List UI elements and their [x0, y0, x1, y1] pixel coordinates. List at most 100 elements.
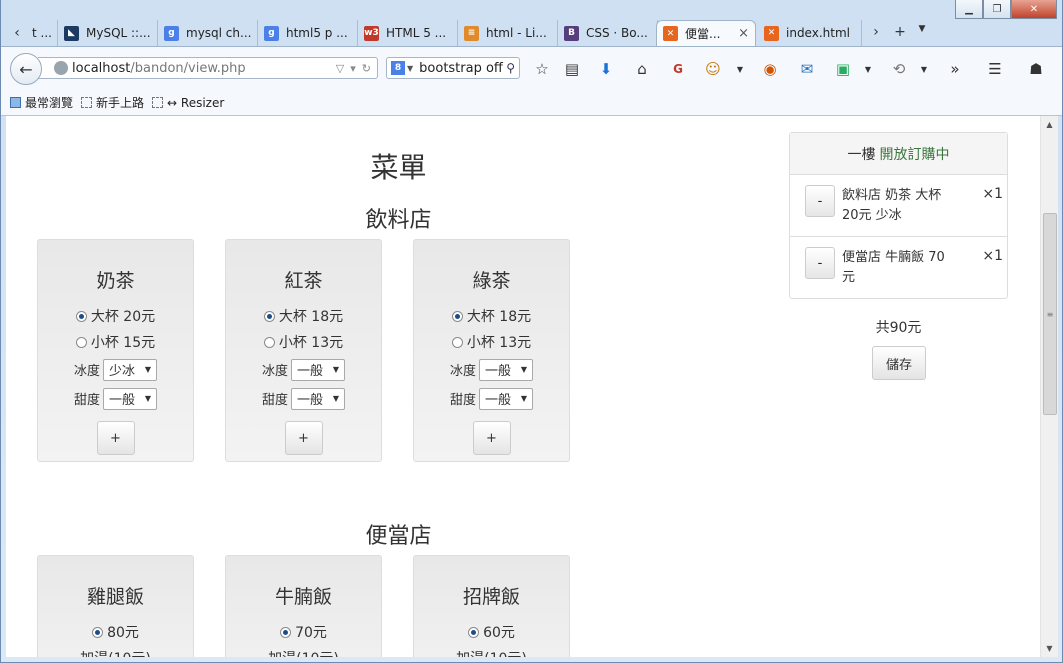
search-engine-dropdown-icon[interactable]: ▼	[407, 64, 413, 73]
radio-unselected[interactable]	[451, 336, 463, 348]
price-option[interactable]: 80元	[38, 619, 193, 645]
home-icon[interactable]: ⌂	[632, 59, 652, 79]
sugar-select[interactable]: 一般 ▼	[291, 387, 345, 410]
mysql-icon: ◣	[64, 25, 79, 41]
page-scrollbar[interactable]: ▲ ≡ ▼	[1040, 116, 1058, 657]
bookmark-star-icon[interactable]: ☆	[532, 59, 552, 79]
scroll-up-icon[interactable]: ▲	[1041, 116, 1058, 133]
navigation-toolbar: localhost/bandon/view.php ▽ ▾ ↻ ← 8 ▼ bo…	[0, 46, 1063, 91]
radio-selected[interactable]	[451, 310, 463, 322]
bookmarks-menu-icon[interactable]: ▤	[562, 59, 582, 79]
soup-option[interactable]: 加湯(10元)	[38, 645, 193, 657]
ice-select[interactable]: 一般 ▼	[291, 358, 345, 381]
chevron-down-icon: ▼	[332, 365, 339, 374]
reload-icon[interactable]: ↻	[362, 62, 371, 75]
download-icon[interactable]: ⬇	[596, 59, 616, 79]
ice-select[interactable]: 一般 ▼	[479, 358, 533, 381]
tab[interactable]: w3 HTML 5 ...	[358, 20, 458, 46]
sync-icon[interactable]: ⟲	[889, 59, 909, 79]
tab[interactable]: g mysql ch...	[158, 20, 258, 46]
bookmark-getting-started[interactable]: 新手上路	[81, 94, 144, 111]
google-icon[interactable]: 8	[391, 61, 405, 75]
chevron-down-icon: ▼	[144, 365, 151, 374]
order-item-line: 元	[842, 270, 856, 285]
soup-option[interactable]: 加湯(10元)	[414, 645, 569, 657]
xampp-icon: ✕	[663, 26, 678, 41]
size-option-large[interactable]: 大杯 18元	[414, 303, 569, 329]
close-window-button[interactable]: ✕	[1011, 0, 1057, 19]
size-option-small[interactable]: 小杯 13元	[226, 329, 381, 355]
radio-unselected[interactable]	[263, 336, 275, 348]
radio-selected[interactable]	[468, 626, 480, 638]
tab-label: index.html	[786, 26, 850, 40]
ice-select[interactable]: 少冰 ▼	[103, 358, 157, 381]
size-option-small[interactable]: 小杯 13元	[414, 329, 569, 355]
radio-selected[interactable]	[92, 626, 104, 638]
sugar-select[interactable]: 一般 ▼	[103, 387, 157, 410]
tab[interactable]: ◣ MySQL ::...	[58, 20, 158, 46]
bookmark-resizer[interactable]: ↔ Resizer	[152, 96, 224, 110]
bootstrap-icon: B	[564, 25, 579, 41]
reader-icon[interactable]: ▽	[336, 62, 344, 75]
soup-option[interactable]: 加湯(10元)	[226, 645, 381, 657]
mail-icon[interactable]: ✉	[797, 59, 817, 79]
minimize-button[interactable]: ▁	[955, 0, 983, 19]
price-option[interactable]: 70元	[226, 619, 381, 645]
search-bar[interactable]: 8 ▼ bootstrap off ⚲	[386, 57, 520, 79]
sugar-select[interactable]: 一般 ▼	[479, 387, 533, 410]
new-tab-icon[interactable]: +	[890, 24, 910, 40]
add-to-order-button[interactable]: +	[284, 421, 323, 455]
size-option-small[interactable]: 小杯 15元	[38, 329, 193, 355]
search-input[interactable]: bootstrap off	[419, 61, 506, 76]
addon-dropdown-icon[interactable]: ▼	[914, 59, 934, 79]
tab-list-dropdown-icon[interactable]: ▼	[912, 24, 932, 34]
addon-green-icon[interactable]: ▣	[833, 59, 853, 79]
tab-active[interactable]: ✕ 便當... ×	[656, 20, 756, 46]
search-icon[interactable]: ⚲	[506, 61, 515, 75]
remove-item-button[interactable]: -	[805, 185, 835, 217]
site-identity-icon[interactable]	[54, 61, 68, 75]
addon-face-icon[interactable]: ☺	[703, 59, 723, 79]
radio-selected[interactable]	[280, 626, 292, 638]
size-option-large[interactable]: 大杯 20元	[38, 303, 193, 329]
hamburger-menu-icon[interactable]: ☰	[985, 59, 1005, 79]
order-panel: 一樓 開放訂購中 - 飲料店 奶茶 大杯 20元 少冰 ×1 - 便當店 牛腩飯…	[789, 132, 1008, 299]
close-tab-icon[interactable]: ×	[738, 26, 749, 41]
add-to-order-button[interactable]: +	[96, 421, 135, 455]
maximize-button[interactable]: ❐	[983, 0, 1011, 19]
tab-label: 便當...	[685, 27, 721, 41]
tab[interactable]: B CSS · Bo...	[558, 20, 658, 46]
tab-scroll-left-icon[interactable]: ‹	[8, 22, 26, 44]
addon-monkey-icon[interactable]: ☗	[1026, 59, 1046, 79]
radio-unselected[interactable]	[75, 336, 87, 348]
tab[interactable]: ✕ index.html	[758, 20, 862, 46]
address-bar[interactable]: localhost/bandon/view.php ▽ ▾ ↻	[38, 57, 378, 79]
radio-selected[interactable]	[263, 310, 275, 322]
addon-dropdown-icon[interactable]: ▼	[730, 59, 750, 79]
scrollbar-thumb[interactable]: ≡	[1043, 213, 1057, 415]
back-button[interactable]: ←	[10, 53, 42, 85]
save-button[interactable]: 儲存	[872, 346, 926, 380]
size-option-large[interactable]: 大杯 18元	[226, 303, 381, 329]
page-icon	[152, 97, 164, 108]
scroll-down-icon[interactable]: ▼	[1041, 640, 1058, 657]
add-to-order-button[interactable]: +	[472, 421, 511, 455]
price-option[interactable]: 60元	[414, 619, 569, 645]
bookmark-most-visited[interactable]: 最常瀏覽	[10, 94, 73, 111]
history-dropdown-icon[interactable]: ▾	[350, 62, 356, 75]
overflow-chevron-icon[interactable]: »	[945, 59, 965, 79]
addon-dropdown-icon[interactable]: ▼	[858, 59, 878, 79]
tab[interactable]: t ...	[26, 20, 58, 46]
tab[interactable]: ≡ html - Li...	[458, 20, 558, 46]
addon-flame-icon[interactable]: ◉	[760, 59, 780, 79]
radio-selected[interactable]	[75, 310, 87, 322]
remove-item-button[interactable]: -	[805, 247, 835, 279]
tab[interactable]: g html5 p ...	[258, 20, 358, 46]
sugar-label: 甜度	[449, 393, 476, 408]
addon-gm-icon[interactable]: G	[668, 59, 688, 79]
tab-scroll-right-icon[interactable]: ›	[866, 24, 886, 40]
order-item: - 便當店 牛腩飯 70 元 ×1	[790, 237, 1007, 298]
size-label: 大杯 18元	[466, 309, 532, 325]
back-arrow-icon: ←	[19, 59, 33, 79]
ice-label: 冰度	[261, 364, 288, 379]
